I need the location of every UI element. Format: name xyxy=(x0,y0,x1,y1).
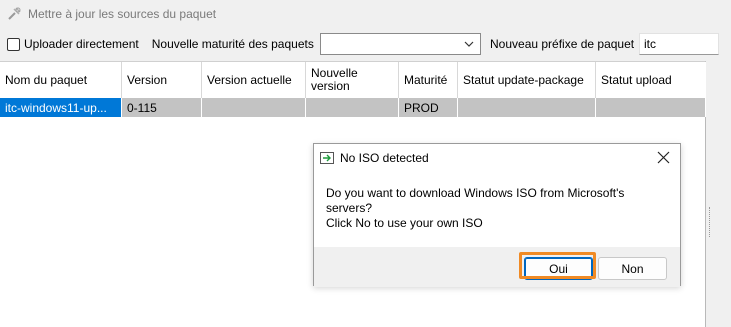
col-header-version[interactable]: Version xyxy=(122,62,202,98)
maturity-select[interactable] xyxy=(320,33,481,55)
cell-version[interactable]: 0-115 xyxy=(122,98,202,117)
chevron-down-icon xyxy=(464,41,474,47)
col-header-maturity[interactable]: Maturité xyxy=(399,62,458,98)
update-sources-label: Mettre à jour les sources du paquet xyxy=(28,7,217,21)
col-header-update-status[interactable]: Statut update-package xyxy=(458,62,596,98)
col-header-new-version[interactable]: Nouvelle version xyxy=(306,62,399,98)
yes-button-highlight xyxy=(519,252,596,279)
prefix-label: Nouveau préfixe de paquet xyxy=(490,37,635,51)
prefix-input[interactable]: itc xyxy=(639,33,719,55)
cell-new-version[interactable] xyxy=(306,98,399,117)
cell-name[interactable]: itc-windows11-up... xyxy=(0,98,122,117)
uploader-checkbox[interactable] xyxy=(7,37,20,51)
dialog-footer: Oui Non xyxy=(314,247,680,287)
splitter-handle[interactable] xyxy=(709,207,712,237)
tools-icon xyxy=(6,6,22,22)
cell-upload-status[interactable] xyxy=(596,98,706,117)
col-header-upload-status[interactable]: Statut upload xyxy=(596,62,706,98)
col-header-name[interactable]: Nom du paquet xyxy=(0,62,122,98)
col-header-current-version[interactable]: Version actuelle xyxy=(202,62,306,98)
dialog-message: Do you want to download Windows ISO from… xyxy=(314,172,680,247)
cell-update-status[interactable] xyxy=(458,98,596,117)
table-header: Nom du paquet Version Version actuelle N… xyxy=(0,62,706,98)
cell-maturity[interactable]: PROD xyxy=(399,98,458,117)
options-row: Uploader directement Nouvelle maturité d… xyxy=(0,30,731,58)
cell-current-version[interactable] xyxy=(202,98,306,117)
no-iso-dialog: No ISO detected Do you want to download … xyxy=(313,143,681,287)
close-icon[interactable] xyxy=(657,151,670,164)
dialog-title: No ISO detected xyxy=(340,151,429,165)
update-sources-button[interactable]: Mettre à jour les sources du paquet xyxy=(0,0,731,28)
dialog-message-line: servers? xyxy=(326,201,373,215)
app-icon xyxy=(320,152,334,164)
dialog-message-line: Do you want to download Windows ISO from… xyxy=(326,186,625,200)
dialog-message-line: Click No to use your own ISO xyxy=(326,216,483,230)
table-row[interactable]: itc-windows11-up... 0-115 PROD xyxy=(0,98,706,117)
uploader-label: Uploader directement xyxy=(24,37,139,51)
dialog-titlebar: No ISO detected xyxy=(314,144,680,172)
maturity-label: Nouvelle maturité des paquets xyxy=(151,37,314,51)
no-button[interactable]: Non xyxy=(598,257,667,280)
